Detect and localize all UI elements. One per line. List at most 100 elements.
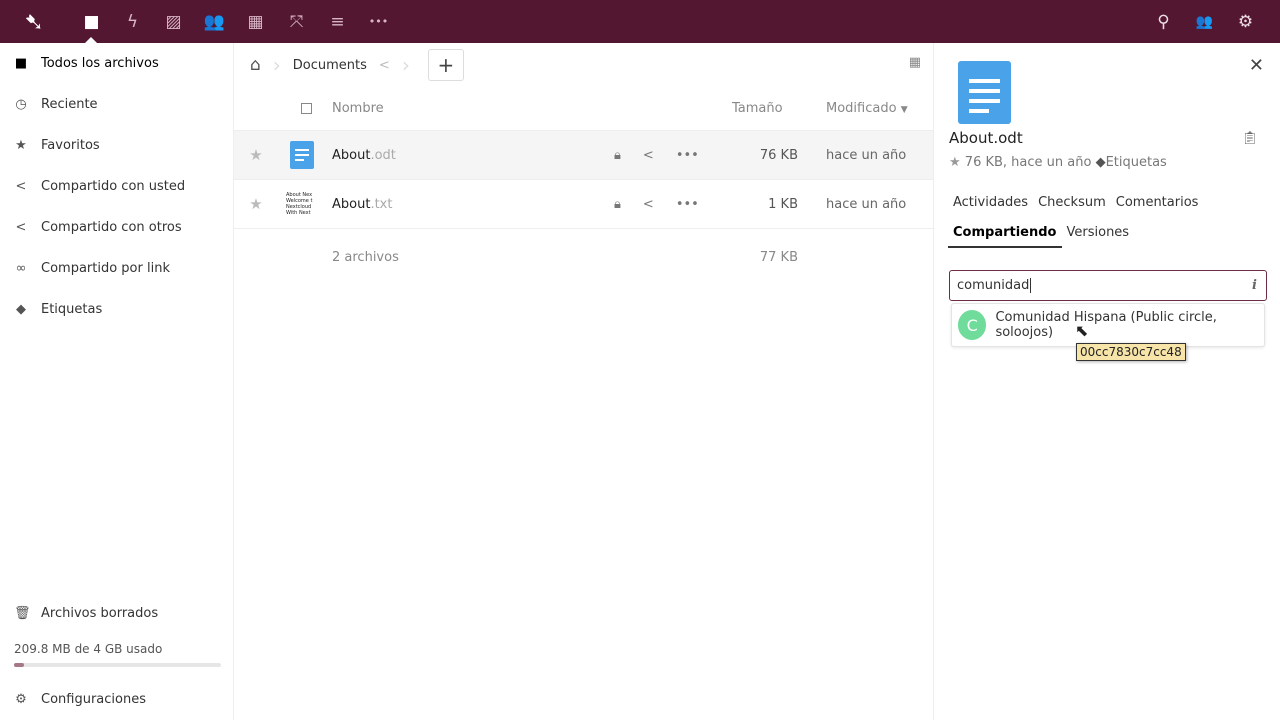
nextcloud-logo[interactable]: ➷ — [17, 9, 51, 35]
header-modified[interactable]: Modificado ▼ — [826, 101, 908, 116]
sidebar: ■ Todos los archivos ◷ Reciente ★ Favoritos… — [0, 43, 234, 720]
select-all-checkbox[interactable] — [301, 103, 312, 114]
table-header: Nombre Tamaño Modificado ▼ — [234, 87, 933, 131]
app-gallery-icon[interactable]: ▨ — [153, 0, 194, 43]
new-button[interactable]: + — [427, 49, 464, 81]
tag-icon[interactable]: ◆ — [1096, 155, 1106, 170]
sidebar-item-label: Etiquetas — [41, 302, 103, 317]
text-file-thumbnail: About Nex Welcome t Nextcloud With Next — [286, 188, 318, 220]
document-icon — [286, 139, 318, 171]
share-icon[interactable]: < — [643, 148, 654, 163]
breadcrumb-separator: › — [272, 53, 281, 77]
home-icon[interactable]: ⌂ — [250, 55, 261, 75]
quota-bar — [14, 663, 221, 667]
sidebar-item-shared-with-you[interactable]: < Compartido con usted — [0, 166, 233, 207]
table-row[interactable]: ★ About Nex Welcome t Nextcloud With Next A… — [234, 180, 933, 229]
mouse-cursor-icon: ⬉ — [1075, 321, 1089, 340]
share-suggestion[interactable]: C Comunidad Hispana (Public circle, soloo… — [951, 303, 1265, 347]
app-files-icon[interactable]: ■ — [71, 0, 112, 43]
file-meta-text: 76 KB, hace un año — [964, 155, 1092, 170]
tab-activities[interactable]: Actividades — [948, 188, 1033, 218]
document-icon — [958, 61, 1011, 124]
sidebar-item-shared-with-others[interactable]: < Compartido con otros — [0, 207, 233, 248]
more-actions-icon[interactable]: ••• — [676, 148, 699, 163]
file-name[interactable]: About.txt — [332, 197, 392, 212]
search-icon[interactable]: ⚲ — [1143, 0, 1184, 43]
contacts-menu-icon[interactable]: 👥 — [1184, 0, 1225, 43]
breadcrumb-separator: › — [401, 53, 410, 77]
suggestion-label: Comunidad Hispana (Public circle, solooj… — [995, 310, 1217, 340]
share-input-value: comunidad — [957, 278, 1030, 293]
grid-view-icon[interactable]: ▦ — [909, 55, 921, 70]
tooltip: 00cc7830c7cc48 — [1076, 343, 1186, 361]
gear-icon: ⚙ — [15, 692, 27, 707]
top-bar: ➷ ■ ϟ ▨ 👥 ▦ ⤧ ≡ ••• ⚲ 👥 ⚙ — [0, 0, 1280, 43]
tab-checksum[interactable]: Checksum — [1033, 188, 1111, 218]
quota: 209.8 MB de 4 GB usado — [0, 634, 234, 667]
summary-row: 2 archivos 77 KB — [234, 229, 933, 285]
clock-icon: ◷ — [15, 97, 27, 112]
tab-sharing[interactable]: Compartiendo — [948, 218, 1062, 248]
lock-icon: 🔒︎ — [614, 147, 621, 163]
header-name[interactable]: Nombre — [332, 101, 384, 116]
sidebar-item-recent[interactable]: ◷ Reciente — [0, 84, 233, 125]
app-circles-icon[interactable]: ⤧ — [276, 0, 317, 43]
file-size: 1 KB — [768, 196, 798, 212]
more-actions-icon[interactable]: ••• — [676, 197, 699, 212]
details-sidebar: ✕ About.odt 📋︎ ★ 76 KB, hace un año ◆Eti… — [933, 43, 1280, 720]
sidebar-item-label: Reciente — [41, 97, 98, 112]
sidebar-item-label: Configuraciones — [41, 692, 146, 707]
sidebar-item-label: Todos los archivos — [41, 56, 159, 71]
sidebar-item-settings[interactable]: ⚙ Configuraciones — [0, 679, 234, 720]
share-icon[interactable]: < — [643, 197, 654, 212]
sidebar-item-tags[interactable]: ◆ Etiquetas — [0, 289, 233, 330]
app-contacts-icon[interactable]: 👥 — [194, 0, 235, 43]
sidebar-item-label: Compartido con otros — [41, 220, 182, 235]
share-icon: < — [15, 220, 27, 235]
thumb-line: With Next — [286, 210, 311, 216]
star-icon: ★ — [15, 138, 27, 153]
file-list: ⌂ › Documents < › + ▦ Nombre Tamaño Modi… — [234, 43, 933, 720]
lock-icon: 🔒︎ — [614, 196, 621, 212]
app-calendar-icon[interactable]: ▦ — [235, 0, 276, 43]
sidebar-item-favorites[interactable]: ★ Favoritos — [0, 125, 233, 166]
sidebar-item-label: Archivos borrados — [41, 606, 159, 621]
sidebar-item-deleted-files[interactable]: 🗑 Archivos borrados — [0, 593, 234, 634]
avatar: C — [958, 310, 987, 340]
trash-icon: 🗑 — [14, 606, 31, 621]
sidebar-item-label: Compartido con usted — [41, 179, 186, 194]
details-tabs: Actividades Checksum Comentarios Compart… — [948, 188, 1268, 248]
info-icon[interactable]: i — [1252, 271, 1257, 300]
clipboard-icon[interactable]: 📋︎ — [1241, 131, 1258, 146]
tab-versions[interactable]: Versiones — [1062, 218, 1135, 248]
app-notes-icon[interactable]: ≡ — [317, 0, 358, 43]
link-icon: ∞ — [15, 261, 27, 276]
file-name[interactable]: About.odt — [332, 148, 396, 163]
file-size: 76 KB — [759, 147, 798, 163]
tag-icon: ◆ — [16, 302, 26, 317]
quota-text: 209.8 MB de 4 GB usado — [14, 642, 163, 656]
details-filename: About.odt — [949, 129, 1023, 147]
total-size: 77 KB — [759, 249, 798, 265]
close-icon[interactable]: ✕ — [1249, 55, 1264, 76]
star-icon[interactable]: ★ — [949, 155, 961, 170]
sidebar-item-shared-by-link[interactable]: ∞ Compartido por link — [0, 248, 233, 289]
folder-icon: ■ — [14, 56, 28, 71]
more-apps-icon[interactable]: ••• — [358, 0, 399, 43]
file-modified: hace un año — [826, 147, 907, 163]
settings-gear-icon[interactable]: ⚙ — [1225, 0, 1266, 43]
app-activity-icon[interactable]: ϟ — [112, 0, 153, 43]
favorite-star-icon[interactable]: ★ — [234, 195, 278, 213]
sidebar-item-all-files[interactable]: ■ Todos los archivos — [0, 43, 233, 84]
table-row[interactable]: ★ About.odt 🔒︎ < ••• 76 KB hace un año — [234, 131, 933, 180]
tab-comments[interactable]: Comentarios — [1111, 188, 1204, 218]
share-search-input[interactable]: comunidad i — [949, 270, 1267, 301]
share-icon[interactable]: < — [379, 58, 390, 73]
sidebar-item-label: Favoritos — [41, 138, 100, 153]
share-icon: < — [15, 179, 27, 194]
favorite-star-icon[interactable]: ★ — [234, 146, 278, 164]
header-size[interactable]: Tamaño — [732, 101, 783, 116]
breadcrumb-documents[interactable]: Documents — [293, 58, 367, 73]
details-meta: ★ 76 KB, hace un año ◆Etiquetas — [949, 155, 1167, 170]
tags-link[interactable]: Etiquetas — [1106, 155, 1167, 170]
